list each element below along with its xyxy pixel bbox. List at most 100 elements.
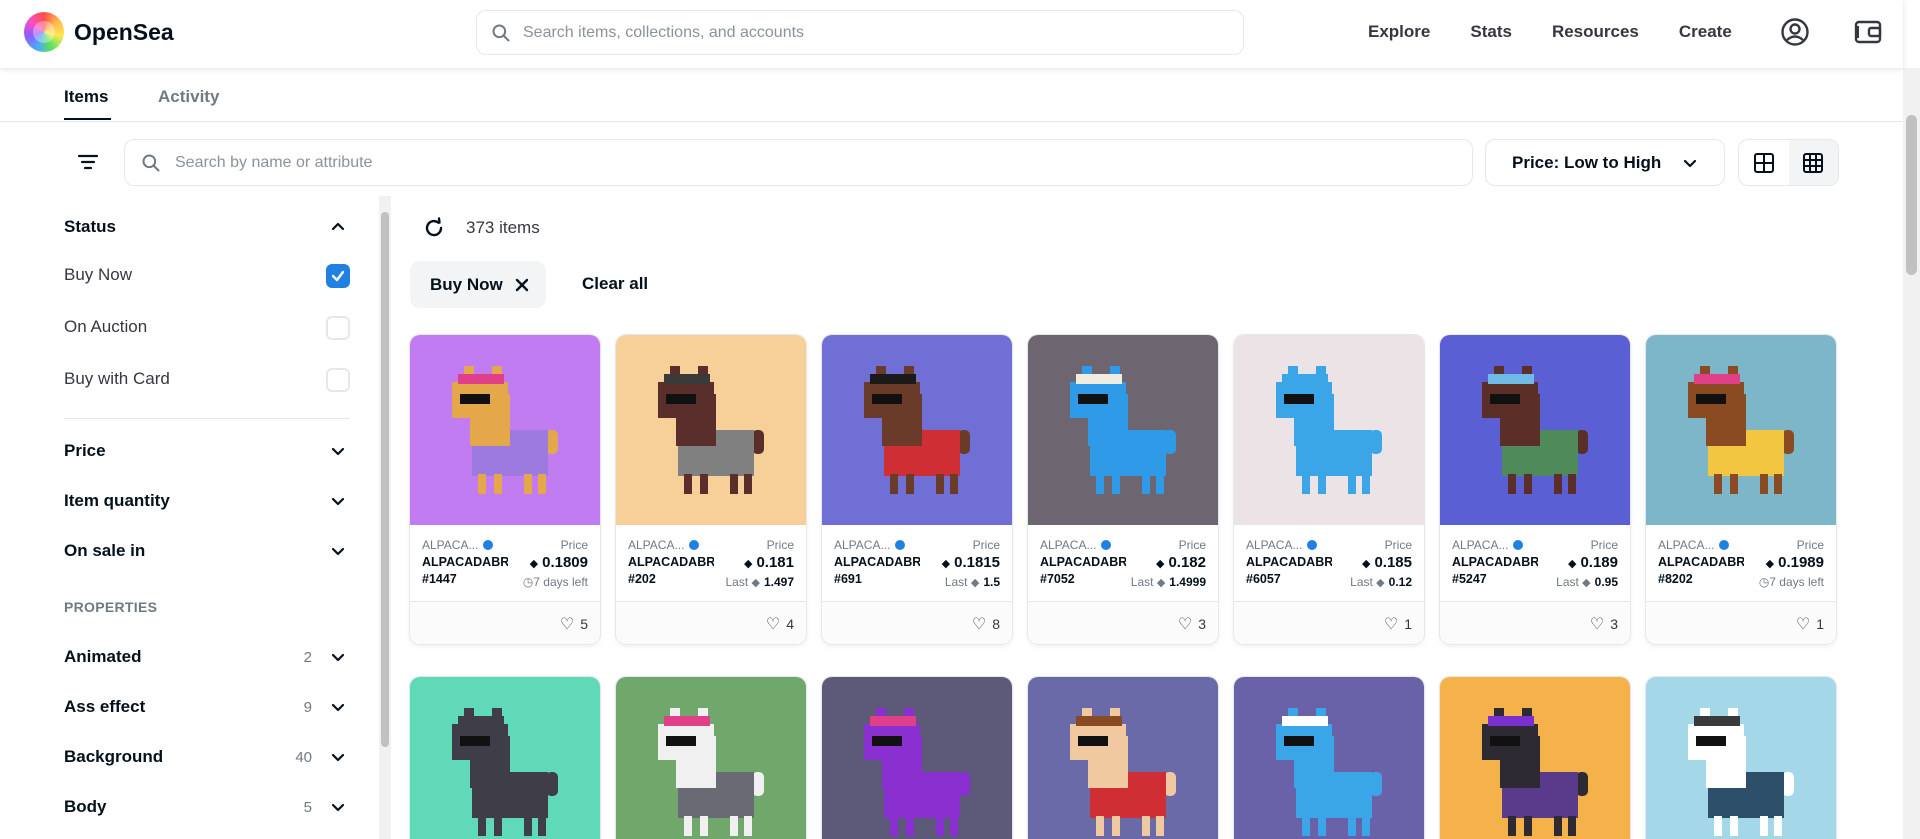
chevron-up-icon[interactable] — [330, 219, 346, 235]
on-sale-in-section-title[interactable]: On sale in — [64, 541, 145, 561]
property-animated[interactable]: Animated — [64, 647, 141, 667]
active-filter-chip[interactable]: Buy Now — [410, 261, 546, 308]
alpaca-artwork — [1470, 360, 1600, 500]
favorite-button[interactable]: ♡ 4 — [766, 614, 794, 634]
page-scrollbar-thumb[interactable] — [1906, 115, 1917, 275]
property-count: 2 — [303, 649, 312, 666]
favorite-button[interactable]: ♡ 5 — [560, 614, 588, 634]
collection-name[interactable]: ALPACA... — [1246, 538, 1318, 552]
collection-name[interactable]: ALPACA... — [628, 538, 700, 552]
nft-card[interactable] — [1028, 677, 1218, 839]
item-name: ALPACADABRA — [1246, 555, 1332, 569]
price-label: Price — [1384, 538, 1412, 552]
opensea-logo[interactable]: OpenSea — [24, 12, 174, 52]
chevron-down-icon[interactable] — [330, 799, 346, 815]
nav-create[interactable]: Create — [1679, 22, 1732, 42]
nft-image[interactable] — [1646, 335, 1836, 525]
chevron-down-icon[interactable] — [330, 443, 346, 459]
collection-name[interactable]: ALPACA... — [834, 538, 906, 552]
nft-image[interactable] — [1646, 677, 1836, 839]
filter-toggle-icon[interactable] — [76, 150, 100, 174]
nft-card[interactable] — [616, 677, 806, 839]
nft-image[interactable] — [1028, 677, 1218, 839]
nft-card[interactable]: ALPACA... Price ALPACADABRA #8202 ◆0.198… — [1646, 335, 1836, 644]
card-info: ALPACA... Price ALPACADABRA #5247 ◆0.189… — [1440, 525, 1630, 601]
status-option-on-auction[interactable]: On Auction — [64, 317, 147, 337]
wallet-icon[interactable] — [1853, 17, 1883, 47]
chevron-down-icon[interactable] — [330, 699, 346, 715]
property-background[interactable]: Background — [64, 747, 163, 767]
property-body[interactable]: Body — [64, 797, 107, 817]
small-grid-view-button[interactable] — [1788, 140, 1838, 185]
alpaca-artwork — [1470, 702, 1600, 839]
opensea-logo-icon — [24, 12, 64, 52]
nft-card[interactable]: ALPACA... Price ALPACADABRA #1447 ◆0.180… — [410, 335, 600, 644]
sort-dropdown[interactable]: Price: Low to High — [1485, 139, 1725, 186]
nft-card[interactable] — [822, 677, 1012, 839]
nft-card[interactable]: ALPACA... Price ALPACADABRA #5247 ◆0.189… — [1440, 335, 1630, 644]
buy-now-checkbox[interactable] — [326, 264, 350, 288]
refresh-icon[interactable] — [422, 216, 446, 240]
tab-activity[interactable]: Activity — [158, 87, 219, 107]
nft-image[interactable] — [1440, 677, 1630, 839]
nav-explore[interactable]: Explore — [1368, 22, 1430, 42]
chevron-down-icon[interactable] — [330, 493, 346, 509]
alpaca-artwork — [852, 360, 982, 500]
nft-card[interactable]: ALPACA... Price ALPACADABRA #6057 ◆0.185… — [1234, 335, 1424, 644]
nft-image[interactable] — [1234, 335, 1424, 525]
nft-card[interactable] — [410, 677, 600, 839]
sidebar-scrollbar-thumb[interactable] — [381, 212, 389, 747]
nft-card[interactable]: ALPACA... Price ALPACADABRA #202 ◆0.181 … — [616, 335, 806, 644]
nft-image[interactable] — [1440, 335, 1630, 525]
chevron-down-icon[interactable] — [330, 543, 346, 559]
property-ass-effect[interactable]: Ass effect — [64, 697, 145, 717]
heart-icon: ♡ — [559, 616, 575, 633]
favorite-button[interactable]: ♡ 8 — [972, 614, 1000, 634]
large-grid-view-button[interactable] — [1739, 140, 1789, 185]
nft-image[interactable] — [822, 335, 1012, 525]
chevron-down-icon[interactable] — [330, 649, 346, 665]
chevron-down-icon[interactable] — [330, 749, 346, 765]
nft-image[interactable] — [410, 677, 600, 839]
verified-badge-icon — [1513, 540, 1524, 550]
favorite-button[interactable]: ♡ 3 — [1178, 614, 1206, 634]
alpaca-artwork — [1676, 360, 1806, 500]
status-option-buy-with-card[interactable]: Buy with Card — [64, 369, 170, 389]
close-icon[interactable] — [515, 278, 529, 292]
collection-name[interactable]: ALPACA... — [1452, 538, 1524, 552]
nft-image[interactable] — [616, 677, 806, 839]
buy-with-card-checkbox[interactable] — [326, 368, 350, 392]
item-quantity-section-title[interactable]: Item quantity — [64, 491, 170, 511]
favorite-button[interactable]: ♡ 1 — [1796, 614, 1824, 634]
nft-card[interactable] — [1440, 677, 1630, 839]
nft-card[interactable]: ALPACA... Price ALPACADABRA #691 ◆0.1815… — [822, 335, 1012, 644]
card-footer: ♡ 8 — [822, 601, 1012, 644]
nft-image[interactable] — [410, 335, 600, 525]
status-option-buy-now[interactable]: Buy Now — [64, 265, 132, 285]
nav-resources[interactable]: Resources — [1552, 22, 1639, 42]
global-search-input[interactable]: Search items, collections, and accounts — [476, 10, 1244, 55]
nft-card[interactable] — [1646, 677, 1836, 839]
on-auction-checkbox[interactable] — [326, 316, 350, 340]
nft-image[interactable] — [1234, 677, 1424, 839]
nav-stats[interactable]: Stats — [1470, 22, 1512, 42]
nft-image[interactable] — [822, 677, 1012, 839]
nft-image[interactable] — [616, 335, 806, 525]
tab-items[interactable]: Items — [64, 87, 108, 107]
collection-name[interactable]: ALPACA... — [422, 538, 494, 552]
attribute-search-input[interactable]: Search by name or attribute — [124, 139, 1473, 186]
price-value: ◆ 0.189 — [1567, 554, 1618, 571]
nft-card[interactable]: ALPACA... Price ALPACADABRA #7052 ◆0.182… — [1028, 335, 1218, 644]
collection-name[interactable]: ALPACA... — [1040, 538, 1112, 552]
nft-image[interactable] — [1028, 335, 1218, 525]
collection-name[interactable]: ALPACA... — [1658, 538, 1730, 552]
clear-all-button[interactable]: Clear all — [582, 274, 648, 294]
favorite-button[interactable]: ♡ 1 — [1384, 614, 1412, 634]
status-section-title[interactable]: Status — [64, 217, 116, 237]
favorite-button[interactable]: ♡ 3 — [1590, 614, 1618, 634]
price-section-title[interactable]: Price — [64, 441, 106, 461]
clock-icon: ◷ — [522, 575, 534, 589]
nft-card[interactable] — [1234, 677, 1424, 839]
verified-badge-icon — [895, 540, 906, 550]
account-icon[interactable] — [1780, 17, 1810, 47]
